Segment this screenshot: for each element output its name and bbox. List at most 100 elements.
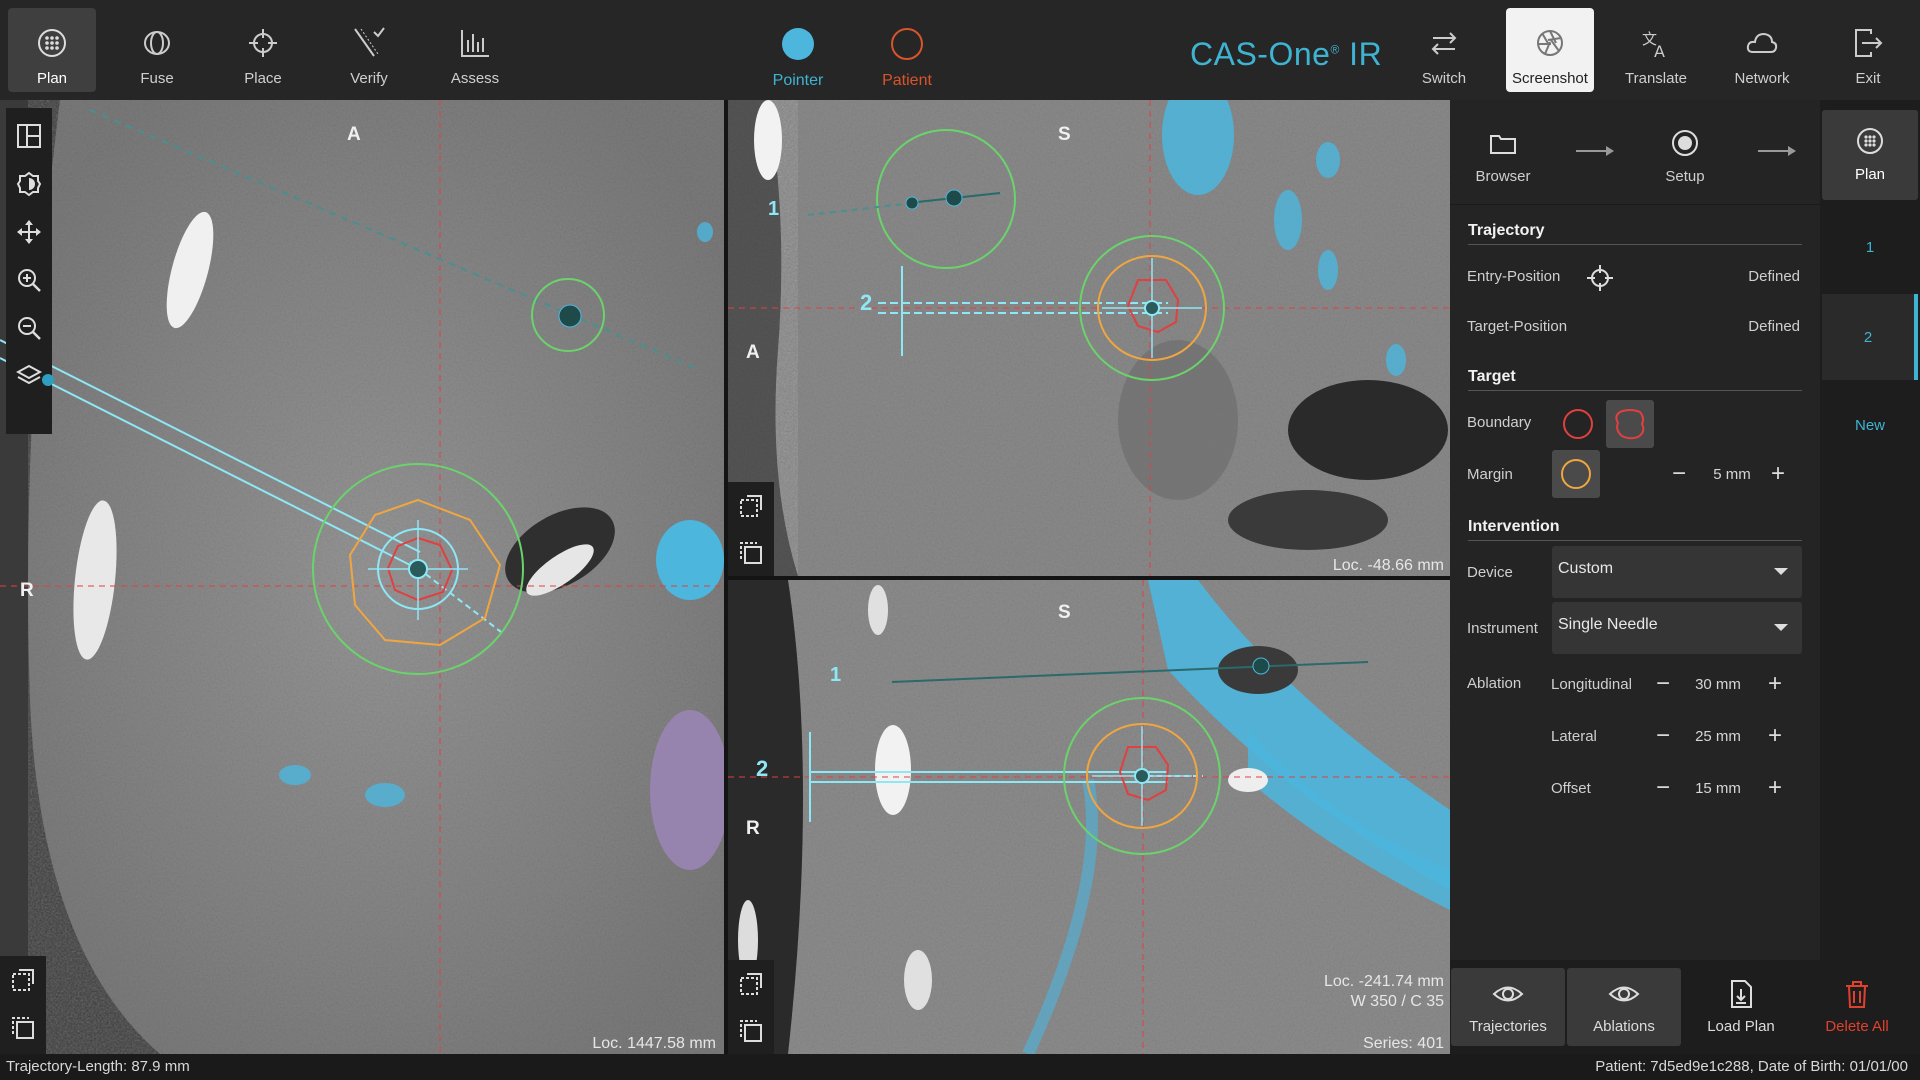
reset-view-icon <box>12 1017 34 1039</box>
margin-zone-button[interactable] <box>1552 450 1600 498</box>
longitudinal-value: 30 mm <box>1695 676 1741 693</box>
reset-view-icon <box>740 541 762 564</box>
coronal-reset-view-button[interactable] <box>728 1007 774 1054</box>
patient-label: Patient <box>882 72 932 89</box>
layout-tool[interactable] <box>6 112 52 160</box>
workflow-step-plan[interactable]: Plan <box>1822 110 1918 200</box>
delete-all-button[interactable]: Delete All <box>1800 968 1914 1046</box>
verify-button[interactable]: Verify <box>325 8 413 92</box>
instrument-select[interactable]: Single Needle <box>1552 602 1802 654</box>
screenshot-button[interactable]: Screenshot <box>1506 8 1594 92</box>
assess-label: Assess <box>450 70 500 87</box>
circle-boundary-icon <box>1563 409 1593 439</box>
trajectory-tab-2[interactable]: 2 <box>1822 294 1918 380</box>
load-plan-button[interactable]: Load Plan <box>1684 968 1798 1046</box>
pointer-mode-button[interactable]: Pointer <box>753 28 843 90</box>
plan-icon <box>38 29 66 57</box>
ablations-toggle-button[interactable]: Ablations <box>1567 968 1681 1046</box>
place-icon <box>249 29 277 57</box>
assess-icon <box>461 30 489 57</box>
coronal-orientation-top: S <box>1058 602 1071 623</box>
trajectories-toggle-button[interactable]: Trajectories <box>1451 968 1565 1046</box>
coronal-expand-view-button[interactable] <box>728 960 774 1007</box>
expand-view-icon <box>740 494 762 517</box>
new-trajectory-tab[interactable]: New <box>1822 382 1918 468</box>
offset-increase-button[interactable]: + <box>1761 776 1789 800</box>
coronal-location-readout: Loc. -241.74 mm <box>1323 973 1444 990</box>
longitudinal-label: Longitudinal <box>1551 676 1632 693</box>
longitudinal-increase-button[interactable]: + <box>1761 672 1789 696</box>
workflow-step-setup[interactable]: Setup <box>1635 116 1735 200</box>
boundary-freeform-button[interactable] <box>1606 400 1654 448</box>
axial-location-readout: Loc. 1447.58 mm <box>592 1035 716 1052</box>
intervention-section-title: Intervention <box>1468 518 1802 541</box>
sagittal-trajectory-1-label: 1 <box>768 198 780 220</box>
setup-label: Setup <box>1665 168 1705 185</box>
status-bar: Trajectory-Length: 87.9 mm Patient: 7d5e… <box>0 1054 1920 1080</box>
margin-decrease-button[interactable]: − <box>1665 462 1693 486</box>
sagittal-viewport[interactable]: S A 1 2 Loc. -48.66 mm <box>728 100 1450 576</box>
lateral-decrease-button[interactable]: − <box>1649 724 1677 748</box>
sagittal-expand-view-button[interactable] <box>728 482 774 529</box>
eye-icon <box>1608 986 1640 1002</box>
place-button[interactable]: Place <box>219 8 307 92</box>
zoom-out-tool[interactable] <box>6 304 52 352</box>
boundary-sphere-button[interactable] <box>1556 402 1600 446</box>
lateral-increase-button[interactable]: + <box>1761 724 1789 748</box>
entry-position-button[interactable] <box>1586 264 1614 292</box>
brand-logo: CAS-One® IR <box>1190 36 1382 73</box>
device-select[interactable]: Custom <box>1552 546 1802 598</box>
pointer-dot-icon <box>782 28 814 60</box>
longitudinal-decrease-button[interactable]: − <box>1649 672 1677 696</box>
brand-registered-mark: ® <box>1330 42 1340 57</box>
trajectory-section-title: Trajectory <box>1468 222 1802 245</box>
verify-label: Verify <box>350 70 388 87</box>
axial-orientation-left: R <box>20 580 34 601</box>
workflow-step-browser[interactable]: Browser <box>1453 116 1553 200</box>
sagittal-view-actions <box>728 482 774 576</box>
fuse-button[interactable]: Fuse <box>113 8 201 92</box>
coronal-trajectory-2-label: 2 <box>756 756 769 781</box>
window-level-tool[interactable] <box>6 160 52 208</box>
workflow-arrow-head-icon <box>1606 146 1614 156</box>
file-download-icon <box>1731 980 1752 1008</box>
expand-view-icon <box>740 972 762 995</box>
ablation-label: Ablation <box>1467 675 1522 692</box>
brand-name: CAS-One <box>1190 36 1331 72</box>
assess-button[interactable]: Assess <box>431 8 519 92</box>
freeform-boundary-icon <box>1615 409 1645 440</box>
axial-reset-view-button[interactable] <box>0 1004 46 1052</box>
plan-button[interactable]: Plan <box>8 8 96 92</box>
panel-divider <box>1450 204 1820 205</box>
axial-viewport[interactable]: A R Loc. 1447.58 mm <box>0 100 724 1054</box>
zoom-in-tool[interactable] <box>6 256 52 304</box>
switch-icon <box>1431 32 1457 55</box>
fuse-icon <box>144 31 170 55</box>
pan-tool[interactable] <box>6 208 52 256</box>
sagittal-location-readout: Loc. -48.66 mm <box>1332 557 1444 574</box>
sagittal-reset-view-button[interactable] <box>728 529 774 576</box>
plan-icon <box>1857 128 1883 154</box>
offset-value: 15 mm <box>1695 780 1741 797</box>
sagittal-trajectory-2-label: 2 <box>860 290 873 315</box>
switch-button[interactable]: Switch <box>1400 8 1488 92</box>
ablations-label: Ablations <box>1593 1018 1655 1035</box>
sagittal-scan-image <box>728 100 1450 576</box>
network-button[interactable]: Network <box>1718 8 1806 92</box>
layers-icon <box>16 364 42 385</box>
zoom-in-icon <box>18 269 41 292</box>
eye-icon <box>1492 986 1524 1002</box>
coronal-viewport[interactable]: S R 1 2 Loc. -241.74 mm W 350 / C 35 Ser… <box>728 580 1450 1054</box>
crosshair-icon <box>1587 265 1613 291</box>
instrument-label: Instrument <box>1467 620 1538 637</box>
exit-button[interactable]: Exit <box>1824 8 1912 92</box>
margin-increase-button[interactable]: + <box>1764 462 1792 486</box>
offset-decrease-button[interactable]: − <box>1649 776 1677 800</box>
trajectory-tab-2-label: 2 <box>1863 328 1873 346</box>
patient-mode-button[interactable]: Patient <box>862 28 952 90</box>
trajectory-tab-1[interactable]: 1 <box>1822 204 1918 290</box>
network-label: Network <box>1734 70 1790 87</box>
sagittal-orientation-top: S <box>1058 124 1071 145</box>
translate-button[interactable]: 文A Translate <box>1612 8 1700 92</box>
axial-expand-view-button[interactable] <box>0 956 46 1004</box>
